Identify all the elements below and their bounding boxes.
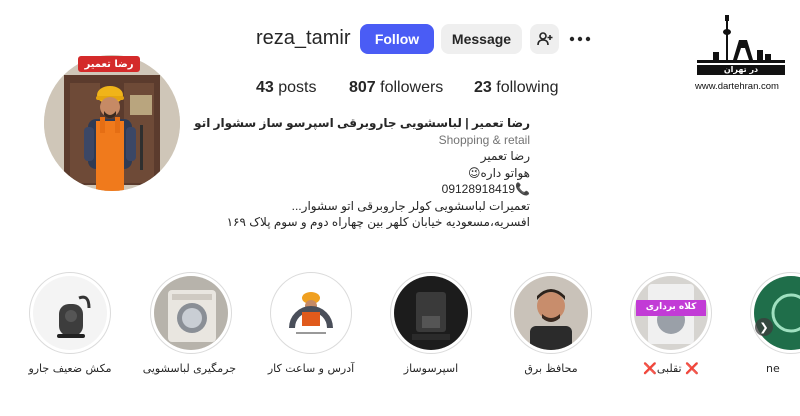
profile-bio: رضا تعمیر | لباسشویی جاروبرقی اسپرسو ساز… [194,115,530,231]
highlight-cover [154,276,228,350]
person-plus-icon [536,32,552,46]
highlight-cover [33,276,107,350]
chevron-right-icon: ❯ [759,321,769,334]
highlight-label: ne [766,362,780,375]
posts-count: 43 [256,79,274,96]
highlight-item[interactable]: کلاه برداری ❌ تقلبی❌ [626,272,716,375]
follow-button[interactable]: Follow [360,24,434,54]
highlight-item[interactable]: اسپرسوساز [386,272,476,375]
bio-line-address: افسریه،مسعودیه خیابان کلهر بین چهاراه دو… [226,215,530,229]
highlight-item[interactable]: محافظ برق [506,272,596,375]
highlight-label: مکش ضعیف جارو [28,362,112,375]
more-horizontal-icon [569,36,591,42]
profile-avatar[interactable] [44,55,180,191]
following-stat[interactable]: 23 following [474,79,559,97]
add-user-button[interactable] [530,24,559,54]
profile-username: reza_tamir [256,27,351,49]
highlight-label: جرمگیری لباسشویی [142,362,236,375]
highlight-label: محافظ برق [524,362,578,375]
posts-label: posts [278,79,317,96]
bio-display-name: رضا تعمیر | لباسشویی جاروبرقی اسپرسو ساز… [194,116,530,130]
followers-count: 807 [349,79,376,96]
highlights-next-button[interactable]: ❯ [755,318,773,336]
logo-url: www.dartehran.com [695,81,779,92]
highlight-cover [514,276,588,350]
bio-line-name: رضا تعمیر [480,149,530,163]
highlight-cover: کلاه برداری [634,276,708,350]
more-options-button[interactable] [566,24,594,54]
following-label: following [496,79,559,96]
followers-stat[interactable]: 807 followers [349,79,443,97]
bio-phone[interactable]: 09128918419📞 [200,181,530,198]
bio-line-services: تعمیرات لباسشویی کولر جاروبرقی اتو سشوار… [291,198,530,213]
highlight-label: اسپرسوساز [403,362,459,375]
highlight-cover [394,276,468,350]
followers-label: followers [380,79,444,96]
logo-text: در تهران [723,65,759,74]
following-count: 23 [474,79,492,96]
highlight-label: ❌ تقلبی❌ [643,362,699,375]
highlight-cover [274,276,348,350]
highlight-item[interactable]: مکش ضعیف جارو [25,272,115,375]
highlight-item[interactable]: آدرس و ساعت کار [266,272,356,375]
highlight-overlay-text: کلاه برداری [645,302,697,312]
message-button[interactable]: Message [441,24,522,54]
highlight-cover [754,276,800,350]
bio-category: Shopping & retail [438,132,530,147]
posts-stat[interactable]: 43 posts [256,79,317,97]
bio-line-tagline: هواتو داره😉 [467,165,530,180]
highlight-label: آدرس و ساعت کار [267,362,355,375]
highlight-item[interactable]: ne [746,272,800,375]
avatar-badge: رضا تعمیر [78,56,140,72]
highlight-item[interactable]: جرمگیری لباسشویی [142,272,236,375]
